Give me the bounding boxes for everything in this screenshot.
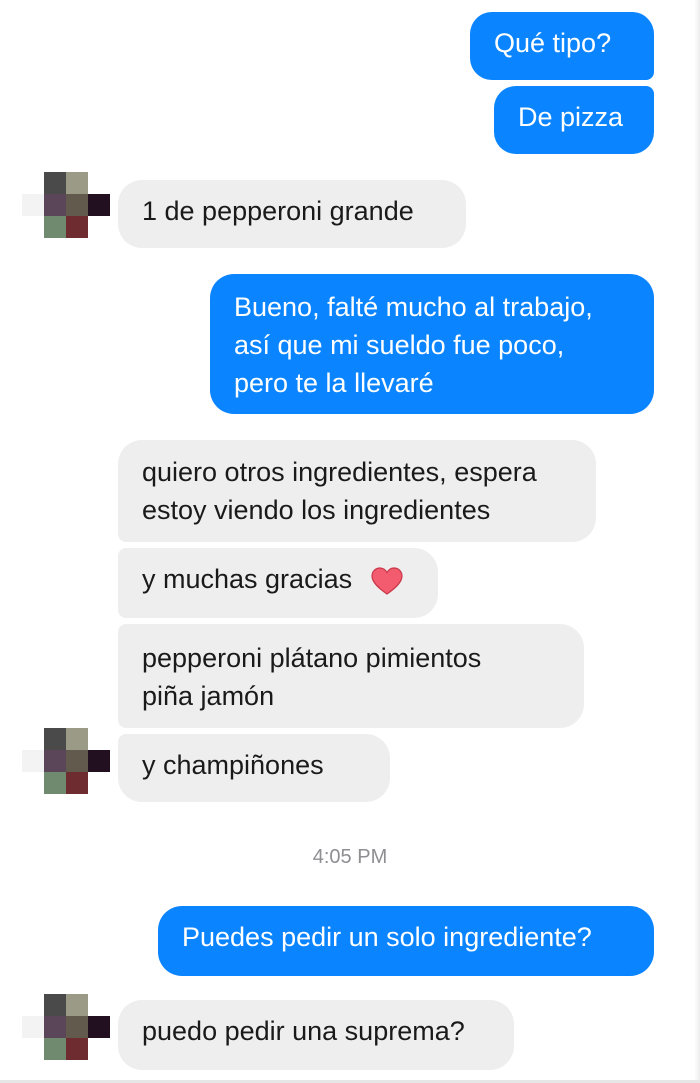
avatar-pixel — [66, 194, 88, 216]
edge-shadow — [694, 0, 700, 1083]
avatar-pixel — [22, 1016, 44, 1038]
avatar-pixel — [66, 1016, 88, 1038]
avatar-pixel — [44, 216, 66, 238]
avatar-pixel — [44, 172, 66, 194]
message-line: estoy viendo los ingredientes — [142, 495, 491, 525]
message-text: y muchas gracias — [142, 564, 353, 594]
incoming-message[interactable]: pepperoni plátano pimientos piña jamón — [118, 624, 584, 728]
message-line: pero te la llevaré — [234, 368, 434, 398]
avatar-pixel — [66, 994, 88, 1016]
avatar-pixel — [44, 994, 66, 1016]
message-text: puedo pedir una suprema? — [142, 1016, 465, 1046]
message-text: Qué tipo? — [494, 28, 612, 58]
outgoing-message[interactable]: Puedes pedir un solo ingrediente? — [158, 906, 654, 976]
avatar-pixel — [44, 750, 66, 772]
avatar-pixel — [66, 772, 88, 794]
contact-avatar[interactable] — [22, 994, 110, 1060]
avatar-pixel — [88, 750, 110, 772]
avatar-pixel — [66, 216, 88, 238]
avatar-pixel — [22, 194, 44, 216]
heart-icon — [371, 567, 403, 595]
message-text: 1 de pepperoni grande — [142, 196, 414, 226]
outgoing-message[interactable]: Qué tipo? — [470, 12, 654, 80]
contact-avatar[interactable] — [22, 728, 110, 794]
message-line: pepperoni plátano pimientos — [142, 643, 482, 673]
avatar-pixel — [22, 750, 44, 772]
contact-avatar[interactable] — [22, 172, 110, 238]
message-text: y champiñones — [142, 750, 324, 780]
incoming-message[interactable]: y muchas gracias — [118, 548, 438, 618]
message-line: Bueno, falté mucho al trabajo, — [234, 292, 593, 322]
avatar-pixel — [44, 1016, 66, 1038]
message-line: piña jamón — [142, 681, 275, 711]
avatar-pixel — [44, 728, 66, 750]
avatar-pixel — [44, 1038, 66, 1060]
avatar-pixel — [66, 728, 88, 750]
outgoing-message[interactable]: De pizza — [494, 86, 654, 154]
avatar-pixel — [88, 194, 110, 216]
avatar-pixel — [66, 1038, 88, 1060]
avatar-pixel — [66, 172, 88, 194]
avatar-pixel — [44, 772, 66, 794]
incoming-message[interactable]: puedo pedir una suprema? — [118, 1000, 514, 1070]
avatar-pixel — [44, 194, 66, 216]
message-text: De pizza — [518, 102, 624, 132]
message-timestamp: 4:05 PM — [312, 846, 388, 868]
incoming-message[interactable]: y champiñones — [118, 734, 390, 802]
message-line: quiero otros ingredientes, espera — [142, 457, 537, 487]
message-line: así que mi sueldo fue poco, — [234, 330, 565, 360]
avatar-pixel — [88, 1016, 110, 1038]
incoming-message[interactable]: 1 de pepperoni grande — [118, 180, 466, 248]
incoming-message[interactable]: quiero otros ingredientes, espera estoy … — [118, 440, 596, 542]
avatar-pixel — [66, 750, 88, 772]
message-text: Puedes pedir un solo ingrediente? — [182, 922, 592, 952]
outgoing-message[interactable]: Bueno, falté mucho al trabajo, así que m… — [210, 274, 654, 414]
